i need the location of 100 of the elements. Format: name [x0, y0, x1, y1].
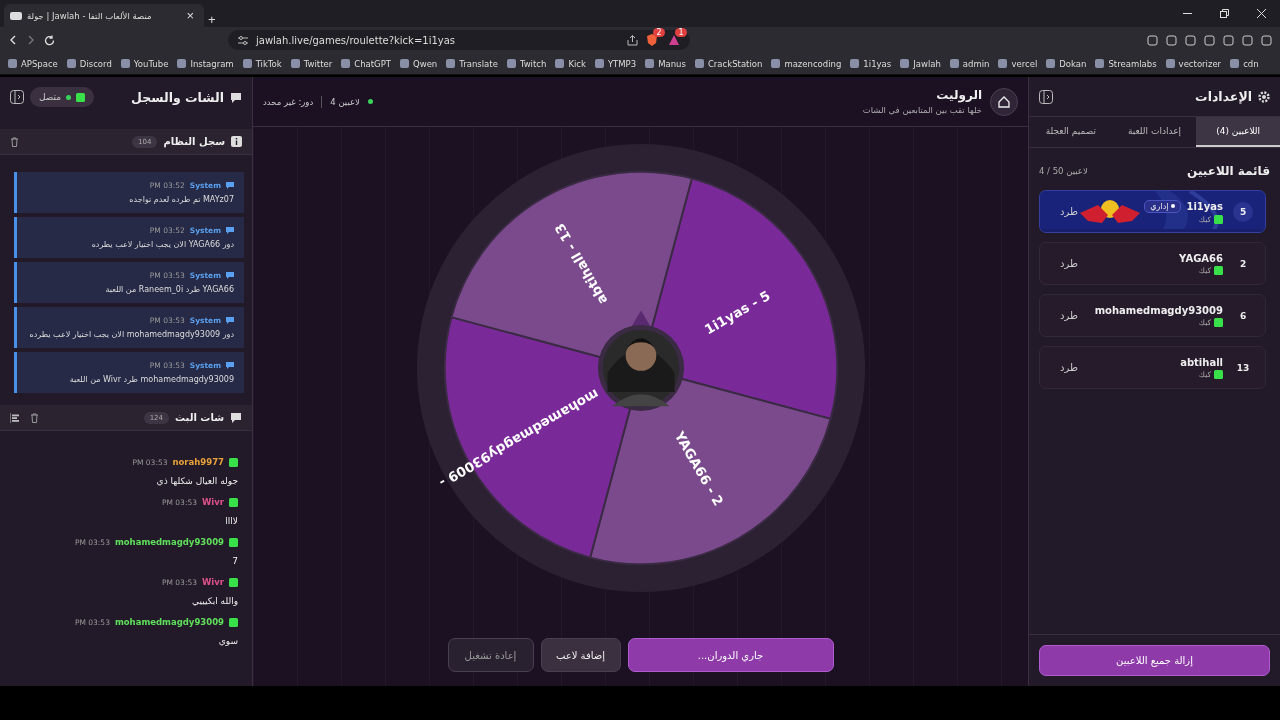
square-logo-icon — [229, 537, 238, 547]
notification-badge: 2 — [653, 28, 665, 37]
message-icon — [226, 317, 234, 324]
reload-icon[interactable] — [44, 34, 55, 46]
player-name: 1i1yas — [1186, 200, 1223, 212]
section-title: سجل النظام — [163, 136, 225, 147]
restore-icon[interactable] — [1220, 9, 1229, 18]
trash-icon[interactable] — [10, 136, 19, 147]
square-logo-icon — [229, 577, 238, 587]
collapse-icon[interactable] — [1039, 89, 1053, 104]
tab[interactable]: تصميم العجلة — [1029, 117, 1113, 147]
chat-message: 7 — [231, 556, 238, 566]
bookmark[interactable]: Instagram — [177, 58, 234, 69]
players-count: 4 لاعبين — [330, 96, 360, 107]
message-icon — [226, 182, 234, 189]
add-player-button[interactable]: إضافة لاعب — [540, 638, 621, 672]
site-settings-icon[interactable] — [238, 35, 248, 45]
notification-badge: 1 — [675, 28, 687, 37]
bookmark[interactable]: Twitch — [506, 58, 547, 69]
player-name: YAGA66 — [1179, 252, 1223, 264]
settings-icon — [1258, 90, 1270, 103]
info-icon — [231, 136, 242, 147]
player-count: 4 / 50 لاعبين — [1039, 166, 1088, 176]
section-title: قائمة اللاعبين — [1187, 164, 1270, 178]
connection-status: متصل — [30, 87, 95, 107]
page-title: الروليت — [935, 88, 982, 102]
forward-icon[interactable] — [26, 35, 36, 45]
pointer-icon — [630, 310, 651, 327]
kick-button[interactable]: طرد — [1054, 257, 1084, 270]
back-icon[interactable] — [8, 35, 18, 45]
close-icon[interactable] — [1257, 9, 1266, 18]
username: mohamedmagdy93009 — [114, 617, 224, 627]
bookmark[interactable]: Twitter — [290, 58, 333, 69]
chat-message: لاااا — [224, 516, 238, 526]
share-icon[interactable] — [626, 34, 638, 46]
bookmark[interactable]: TikTok — [242, 58, 282, 69]
player-name: abtihall — [1180, 356, 1223, 368]
bookmark[interactable]: ChatGPT — [341, 58, 391, 69]
home-button[interactable] — [990, 87, 1018, 116]
bookmark[interactable]: Translate — [446, 58, 498, 69]
player-name: mohamedmagdy93009 — [1094, 304, 1223, 316]
username: norah9977 — [172, 457, 224, 467]
bookmark[interactable]: Qwen — [400, 58, 438, 69]
browser-tab[interactable]: جولة | Jawlah - منصة الألعاب التفا × — [4, 4, 204, 27]
chat-bubble-icon — [230, 412, 242, 423]
message-icon — [226, 227, 234, 234]
square-logo-icon — [1214, 214, 1223, 224]
new-tab-button[interactable]: + — [204, 12, 220, 27]
bookmark[interactable]: admin — [949, 58, 990, 69]
online-dot — [367, 99, 373, 104]
bookmark[interactable]: Dokan — [1046, 58, 1087, 69]
trash-icon[interactable] — [30, 412, 39, 423]
bookmark[interactable]: cdn — [1230, 58, 1259, 69]
tab-title: جولة | Jawlah - منصة الألعاب التفا — [27, 10, 153, 21]
site-logo-icon — [10, 11, 22, 20]
bookmark[interactable]: vercel — [998, 58, 1038, 69]
spin-button[interactable]: جاري الدوران... — [627, 638, 834, 672]
bookmark[interactable]: YTMP3 — [594, 58, 637, 69]
kick-button[interactable]: طرد — [1054, 309, 1084, 322]
kick-button[interactable]: طرد — [1054, 205, 1084, 218]
square-logo-icon — [1214, 369, 1223, 379]
bookmark[interactable]: Jawlah — [900, 58, 941, 69]
bookmark[interactable]: mazencoding — [771, 58, 842, 69]
bookmark[interactable]: Manus — [645, 58, 686, 69]
log-message: mohamedmagdy93009 طرد Wivr من اللعبة — [68, 375, 234, 384]
bookmark[interactable]: YouTube — [120, 58, 169, 69]
remove-all-button[interactable]: إزالة جميع اللاعبين — [1039, 645, 1270, 676]
close-tab-button[interactable]: × — [182, 8, 198, 23]
collapse-icon[interactable] — [10, 90, 24, 104]
triangle-icon[interactable] — [667, 34, 680, 46]
bookmark[interactable]: Streamlabs — [1095, 58, 1157, 69]
log-message: دور mohamedmagdy93009 الان يجب اختيار لاعب يطرده — [28, 330, 234, 339]
square-logo-icon — [229, 457, 238, 467]
player-number: 6 — [1238, 309, 1248, 323]
username: mohamedmagdy93009 — [114, 537, 224, 547]
bookmark[interactable]: vectorizer — [1165, 58, 1222, 69]
bookmark[interactable]: APSpace — [8, 58, 58, 69]
tab[interactable]: إعدادات اللعبة — [1112, 117, 1197, 147]
tab[interactable]: اللاعبين (4) — [1196, 117, 1280, 147]
chat-message: جوله العيال شكلها ذي — [155, 476, 238, 486]
log-message: YAGA66 طرد Raneem_0i من اللعبة — [104, 285, 234, 294]
message-icon — [226, 272, 234, 279]
bookmark[interactable]: Kick — [555, 58, 586, 69]
bookmark[interactable]: Discord — [66, 58, 112, 69]
username: Wivr — [201, 577, 224, 587]
filter-icon[interactable] — [10, 412, 20, 423]
chat-bubble-icon — [230, 91, 242, 103]
turn-label: دور: غير محدد — [263, 96, 314, 107]
square-logo-icon — [1214, 317, 1223, 327]
bookmark[interactable]: CrackStation — [694, 58, 763, 69]
square-logo-icon — [229, 497, 238, 507]
panel-title: الإعدادات — [1195, 89, 1252, 104]
panel-title: الشات والسجل — [131, 89, 224, 105]
kick-button[interactable]: طرد — [1054, 361, 1084, 374]
section-title: شات البث — [175, 412, 224, 423]
square-logo-icon — [76, 92, 86, 102]
username: Wivr — [201, 497, 224, 507]
bookmark[interactable]: 1i1yas — [850, 58, 892, 69]
message-icon — [226, 362, 234, 369]
chat-message: والله ابكيييي — [191, 596, 238, 606]
